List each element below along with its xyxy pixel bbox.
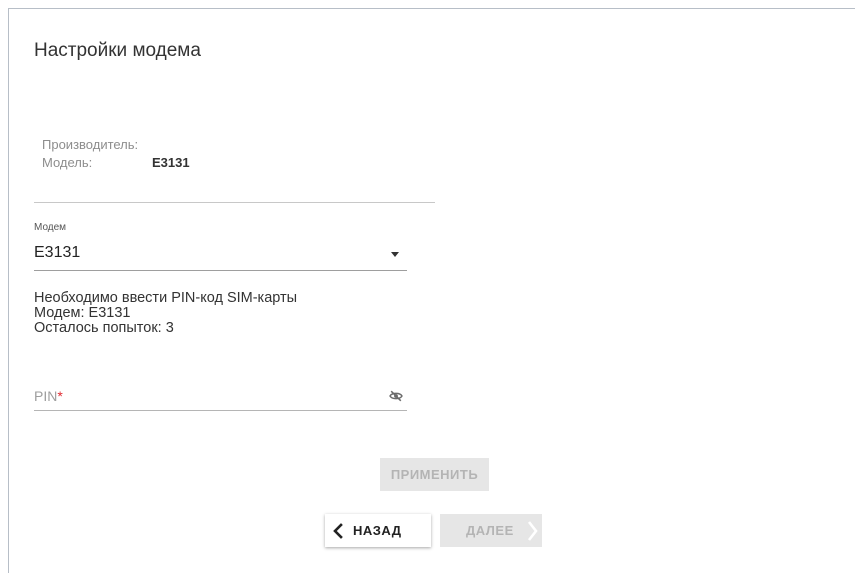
- chevron-right-icon: [525, 514, 539, 547]
- model-row: Модель: E3131: [42, 155, 190, 170]
- modem-select-value: E3131: [34, 244, 81, 261]
- next-button-label: ДАЛЕЕ: [466, 523, 514, 538]
- model-label: Модель:: [42, 155, 93, 170]
- pin-input[interactable]: PIN*: [34, 380, 407, 411]
- caret-down-icon[interactable]: [391, 252, 399, 257]
- model-value: E3131: [152, 155, 190, 170]
- next-button[interactable]: ДАЛЕЕ: [440, 514, 542, 547]
- back-button-label: НАЗАД: [353, 523, 402, 538]
- apply-button[interactable]: ПРИМЕНИТЬ: [380, 458, 489, 491]
- required-mark: *: [57, 388, 63, 404]
- pin-placeholder-text: PIN: [34, 388, 58, 404]
- pin-message-modem: Модем: E3131: [34, 305, 131, 321]
- eye-off-icon[interactable]: [389, 389, 403, 403]
- pin-message-line: Необходимо ввести PIN-код SIM-карты: [34, 290, 298, 306]
- manufacturer-label: Производитель:: [42, 137, 139, 152]
- page-title: Настройки модема: [34, 40, 201, 61]
- pin-required-message: Необходимо ввести PIN-код SIM-карты Моде…: [34, 291, 297, 336]
- info-divider: [34, 202, 435, 203]
- chevron-left-icon: [331, 514, 345, 547]
- manufacturer-row: Производитель:: [42, 137, 152, 152]
- pin-placeholder: PIN*: [34, 388, 63, 404]
- modem-select[interactable]: Модем E3131: [34, 222, 407, 271]
- back-button[interactable]: НАЗАД: [325, 514, 431, 547]
- modem-select-label: Модем: [34, 222, 67, 233]
- pin-message-attempts: Осталось попыток: 3: [34, 320, 174, 336]
